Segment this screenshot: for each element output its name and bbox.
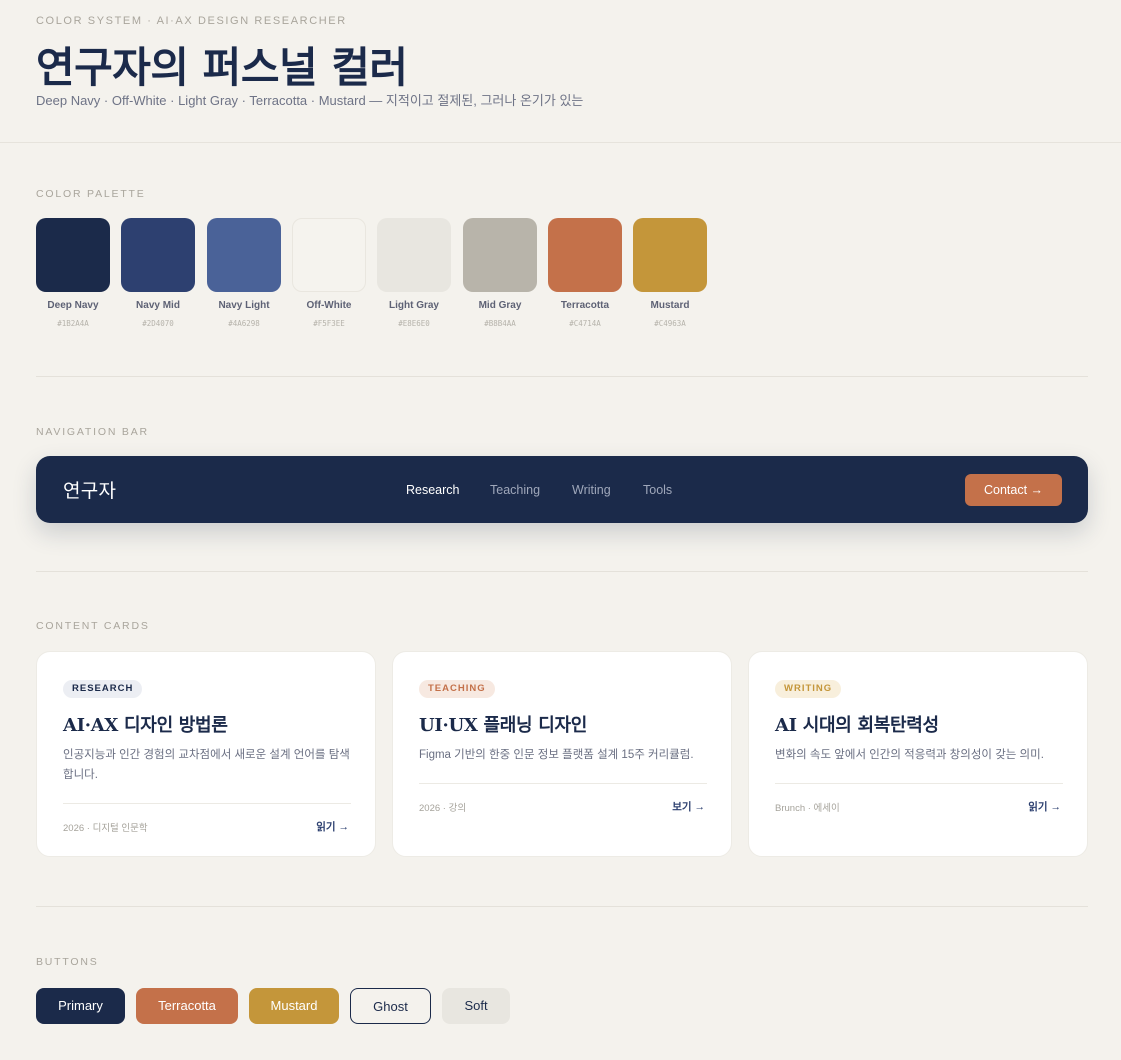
- section-divider: [36, 906, 1088, 907]
- swatch-hex: #E8E6E0: [398, 319, 430, 328]
- swatch-chip: [121, 218, 195, 292]
- swatch-hex: #F5F3EE: [313, 319, 345, 328]
- swatch-deep-navy: Deep Navy #1B2A4A: [36, 218, 110, 328]
- card-title: AI·AX 디자인 방법론: [63, 715, 228, 736]
- eyebrow: COLOR SYSTEM · AI·AX DESIGN RESEARCHER: [36, 15, 347, 27]
- nav-link-teaching[interactable]: Teaching: [490, 483, 540, 497]
- card-description: 인공지능과 인간 경험의 교차점에서 새로운 설계 언어를 탐색합니다.: [63, 749, 350, 781]
- swatch-chip: [207, 218, 281, 292]
- nav-brand[interactable]: 연구자: [63, 476, 116, 503]
- section-label-buttons: BUTTONS: [36, 956, 99, 968]
- swatch-hex: #2D4070: [142, 319, 174, 328]
- card-description: Figma 기반의 한중 인문 정보 플랫폼 설계 15주 커리큘럼.: [419, 749, 694, 761]
- swatch-name: Mustard: [650, 300, 690, 311]
- swatch-terracotta: Terracotta #C4714A: [548, 218, 622, 328]
- swatch-hex: #C4963A: [654, 319, 686, 328]
- card-tag: RESEARCH: [63, 680, 143, 698]
- card-title: AI 시대의 회복탄력성: [775, 715, 939, 736]
- swatch-hex: #4A6298: [228, 319, 260, 328]
- header: COLOR SYSTEM · AI·AX DESIGN RESEARCHER 연…: [0, 0, 1121, 143]
- card-divider: [775, 783, 1063, 784]
- card-description: 변화의 속도 앞에서 인간의 적응력과 창의성이 갖는 의미.: [775, 749, 1044, 761]
- swatch-hex: #B8B4AA: [484, 319, 516, 328]
- swatch-light-gray: Light Gray #E8E6E0: [377, 218, 451, 328]
- swatch-name: Deep Navy: [47, 300, 99, 311]
- nav-link-tools[interactable]: Tools: [643, 483, 672, 497]
- card-tag: TEACHING: [419, 680, 495, 698]
- section-label-palette: COLOR PALETTE: [36, 188, 146, 200]
- card-read-link[interactable]: 읽기 →: [1028, 799, 1061, 814]
- swatch-name: Navy Mid: [136, 300, 180, 311]
- swatch-navy-mid: Navy Mid #2D4070: [121, 218, 195, 328]
- card-title: UI·UX 플래닝 디자인: [419, 715, 588, 736]
- section-label-cards: CONTENT CARDS: [36, 620, 150, 632]
- swatch-chip: [633, 218, 707, 292]
- swatch-chip: [463, 218, 537, 292]
- swatch-hex: #1B2A4A: [57, 319, 89, 328]
- swatch-name: Light Gray: [388, 300, 439, 311]
- mustard-button[interactable]: Mustard: [249, 988, 339, 1024]
- card-divider: [419, 783, 707, 784]
- content-card-research[interactable]: RESEARCH AI·AX 디자인 방법론 인공지능과 인간 경험의 교차점에…: [36, 651, 376, 857]
- card-meta: 2026 · 디지털 인문학: [63, 823, 148, 834]
- swatch-navy-light: Navy Light #4A6298: [207, 218, 281, 328]
- card-tag: WRITING: [775, 680, 842, 698]
- swatch-hex: #C4714A: [569, 319, 601, 328]
- card-meta: 2026 · 강의: [419, 803, 467, 814]
- section-divider: [36, 376, 1088, 377]
- section-divider: [36, 571, 1088, 572]
- nav-link-research[interactable]: Research: [406, 483, 460, 497]
- swatch-name: Off-White: [306, 300, 352, 311]
- page-subtitle: Deep Navy · Off-White · Light Gray · Ter…: [36, 93, 584, 108]
- swatch-mustard: Mustard #C4963A: [633, 218, 707, 328]
- content-card-writing[interactable]: WRITING AI 시대의 회복탄력성 변화의 속도 앞에서 인간의 적응력과…: [748, 651, 1088, 857]
- swatch-name: Mid Gray: [478, 300, 522, 311]
- nav-link-writing[interactable]: Writing: [572, 483, 611, 497]
- swatch-name: Navy Light: [218, 300, 270, 311]
- ghost-button[interactable]: Ghost: [350, 988, 431, 1024]
- swatch-chip: [292, 218, 366, 292]
- section-label-navigation: NAVIGATION BAR: [36, 426, 149, 438]
- swatch-mid-gray: Mid Gray #B8B4AA: [463, 218, 537, 328]
- content-card-teaching[interactable]: TEACHING UI·UX 플래닝 디자인 Figma 기반의 한중 인문 정…: [392, 651, 732, 857]
- soft-button[interactable]: Soft: [442, 988, 510, 1024]
- swatch-chip: [36, 218, 110, 292]
- swatch-name: Terracotta: [560, 300, 610, 311]
- card-meta: Brunch · 에세이: [775, 803, 840, 814]
- contact-button[interactable]: Contact →: [965, 474, 1062, 506]
- card-view-link[interactable]: 보기 →: [672, 799, 705, 814]
- swatch-chip: [548, 218, 622, 292]
- navigation-bar: 연구자 Research Teaching Writing Tools Cont…: [36, 456, 1088, 523]
- terracotta-button[interactable]: Terracotta: [136, 988, 238, 1024]
- primary-button[interactable]: Primary: [36, 988, 125, 1024]
- card-divider: [63, 803, 351, 804]
- swatch-chip: [377, 218, 451, 292]
- page-title: 연구자의 퍼스널 컬러: [36, 43, 408, 92]
- page: COLOR SYSTEM · AI·AX DESIGN RESEARCHER 연…: [0, 0, 1121, 1060]
- card-read-link[interactable]: 읽기 →: [316, 819, 349, 834]
- swatch-off-white: Off-White #F5F3EE: [292, 218, 366, 328]
